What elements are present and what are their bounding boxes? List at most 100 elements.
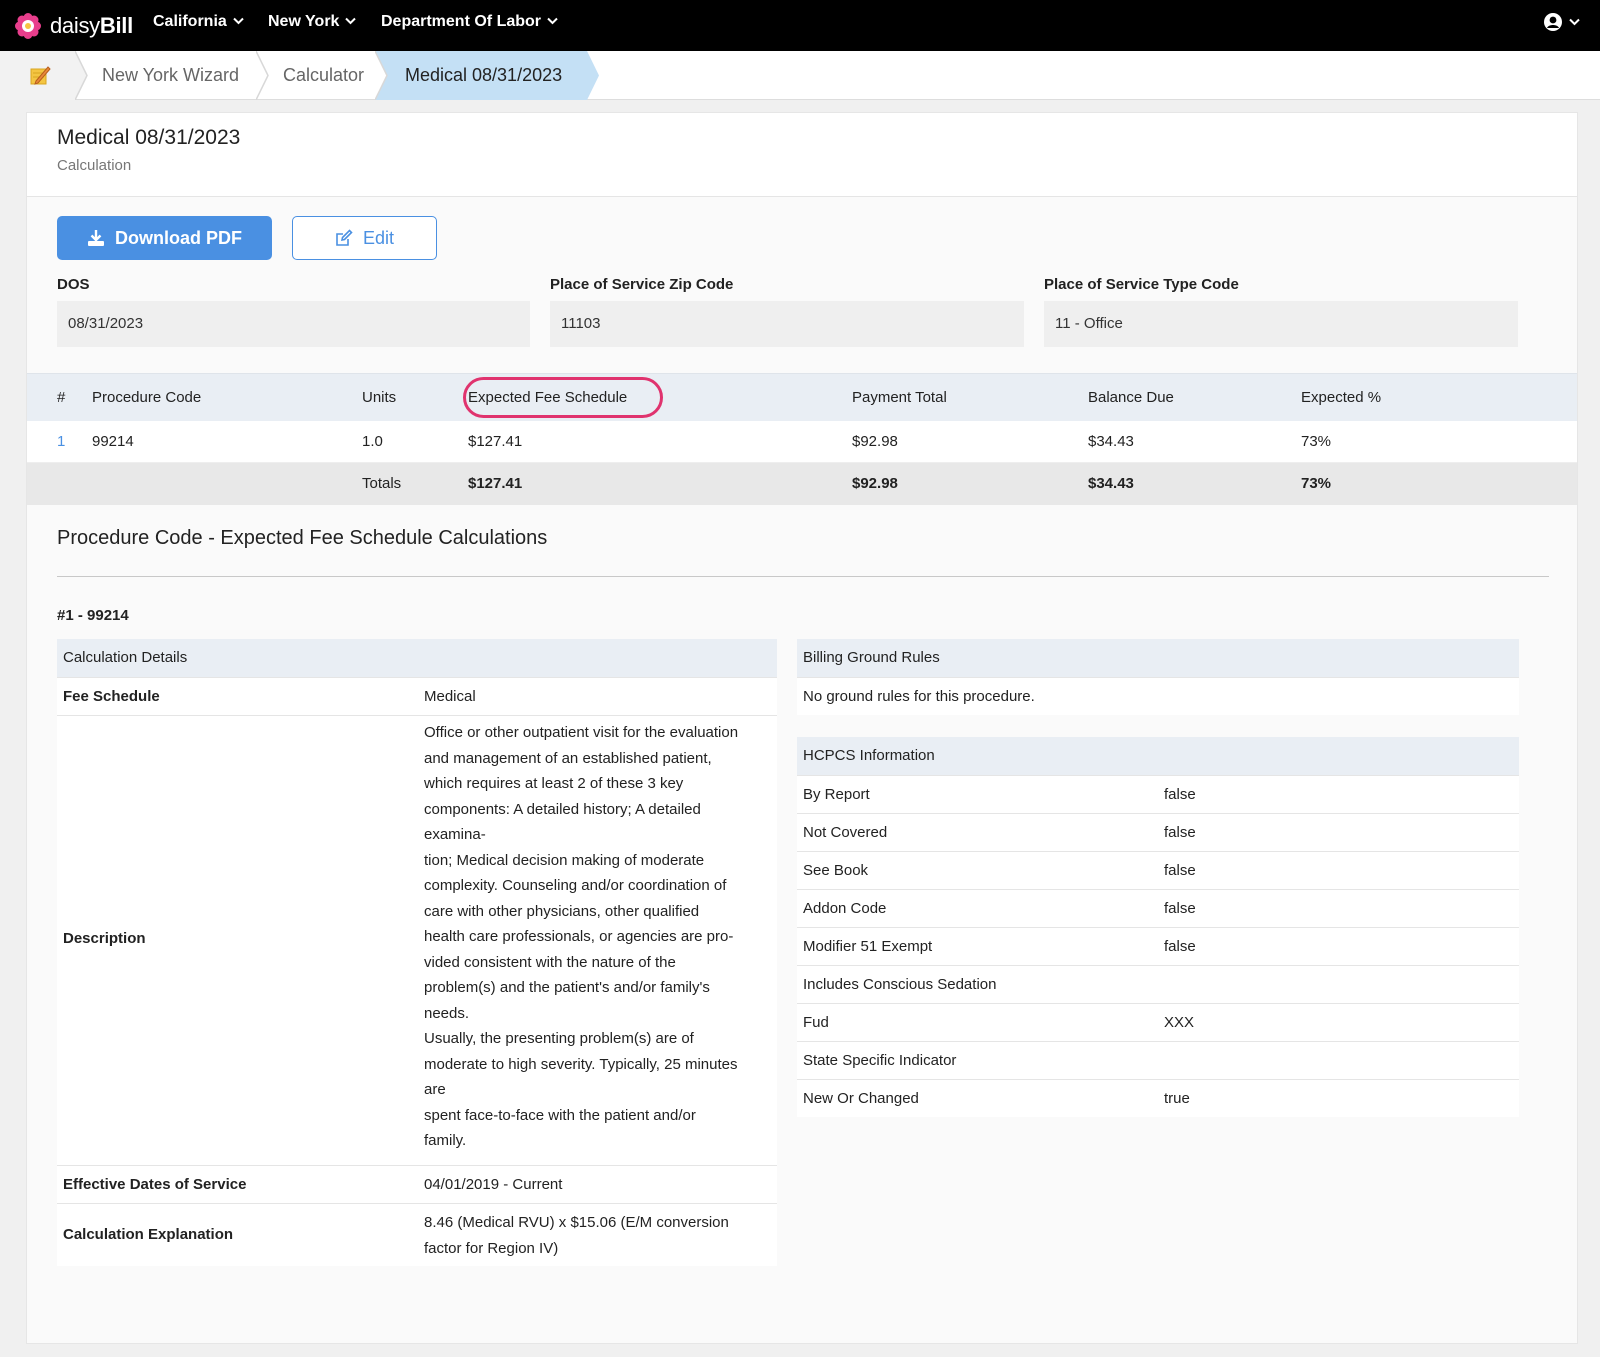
col-procedure-code: Procedure Code: [92, 389, 202, 406]
dos-field[interactable]: 08/31/2023: [57, 301, 530, 347]
nav-new-york-label: New York: [268, 13, 340, 30]
hcpcs-value: true: [1164, 1090, 1190, 1107]
nav-california-label: California: [153, 13, 227, 30]
description-line: complexity. Counseling and/or coordinati…: [424, 877, 727, 894]
section-title: Procedure Code - Expected Fee Schedule C…: [57, 527, 548, 549]
description-line: tion; Medical decision making of moderat…: [424, 851, 705, 869]
service-type-field[interactable]: 11 - Office: [1044, 301, 1518, 347]
breadcrumb-new-york-wizard[interactable]: New York Wizard: [102, 51, 239, 100]
hcpcs-row: Fud XXX: [797, 1003, 1519, 1041]
description-line: components: A detailed history; A detail…: [424, 800, 701, 818]
hcpcs-label: Not Covered: [803, 824, 888, 841]
totals-expected-pct: 73%: [1301, 475, 1332, 492]
description-line: family.: [424, 1132, 467, 1149]
highlight-annotation: [463, 377, 663, 418]
calculation-explanation-label: Calculation Explanation: [63, 1226, 234, 1243]
daisy-flower-icon: [15, 12, 41, 39]
description-line: problem(s) and the patient's and/or fami…: [424, 979, 710, 996]
col-num: #: [57, 389, 66, 406]
nav-department-of-labor[interactable]: Department Of Labor: [381, 13, 558, 31]
edit-button[interactable]: Edit: [292, 216, 437, 260]
card-header: Medical 08/31/2023 Calculation: [27, 113, 1577, 197]
totals-expected-fee: $127.41: [468, 475, 523, 492]
brand-logo[interactable]: daisyBill: [14, 12, 133, 40]
billing-ground-rules-heading: Billing Ground Rules: [797, 639, 1519, 677]
hcpcs-value: false: [1164, 900, 1196, 917]
breadcrumb-calculator[interactable]: Calculator: [283, 51, 364, 100]
chevron-down-icon: [547, 16, 558, 28]
hcpcs-heading: HCPCS Information: [797, 737, 1519, 775]
user-circle-icon: [1544, 13, 1562, 31]
breadcrumb-home[interactable]: [0, 51, 75, 100]
download-pdf-button[interactable]: Download PDF: [57, 216, 272, 260]
hcpcs-label: Modifier 51 Exempt: [803, 938, 933, 955]
pencil-notepad-icon: [30, 66, 51, 85]
hcpcs-label: See Book: [803, 862, 869, 879]
row-procedure-code: 99214: [92, 433, 134, 450]
row-expected-fee: $127.41: [468, 433, 523, 450]
nav-new-york[interactable]: New York: [268, 13, 357, 31]
description-row: Description Office or other outpatient v…: [57, 715, 777, 1165]
description-line: moderate to high severity. Typically, 25…: [424, 1055, 738, 1073]
procedure-table-header: # Procedure Code Units Expected Fee Sche…: [27, 373, 1577, 421]
effective-dates-value: 04/01/2019 - Current: [424, 1176, 563, 1193]
nav-dol-label: Department Of Labor: [381, 13, 542, 30]
effective-dates-row: Effective Dates of Service 04/01/2019 - …: [57, 1165, 777, 1203]
hcpcs-rows: By Report false Not Covered false See Book fa…: [797, 775, 1519, 1117]
hcpcs-row: Includes Conscious Sedation: [797, 965, 1519, 1003]
hcpcs-row: New Or Changed true: [797, 1079, 1519, 1117]
page-title: Medical 08/31/2023: [57, 126, 241, 149]
description-line: are: [424, 1081, 446, 1098]
top-nav: daisyBill California New York Department…: [0, 0, 1600, 51]
row-payment-total: $92.98: [852, 433, 898, 450]
description-line: Usually, the presenting problem(s) are o…: [424, 1030, 694, 1047]
description-line: needs.: [424, 1004, 470, 1022]
totals-payment-total: $92.98: [852, 475, 898, 492]
page-subtitle: Calculation: [57, 157, 132, 174]
hcpcs-information-table: HCPCS Information By Report false Not Cove…: [797, 737, 1519, 1117]
hcpcs-label: New Or Changed: [803, 1090, 919, 1107]
fee-schedule-row: Fee Schedule Medical: [57, 677, 777, 715]
breadcrumb-separator: [375, 51, 389, 100]
hcpcs-label: State Specific Indicator: [803, 1052, 957, 1069]
explanation-line: factor for Region IV): [424, 1239, 559, 1257]
hcpcs-label: Includes Conscious Sedation: [803, 976, 997, 993]
calculation-details-heading: Calculation Details: [57, 639, 777, 677]
col-expected-pct: Expected %: [1301, 389, 1382, 406]
row-units: 1.0: [362, 433, 383, 450]
row-expected-pct: 73%: [1301, 433, 1332, 450]
row-balance-due: $34.43: [1088, 433, 1134, 450]
col-balance-due: Balance Due: [1088, 389, 1174, 406]
hcpcs-label: By Report: [803, 786, 870, 803]
fee-schedule-label: Fee Schedule: [63, 688, 160, 705]
description-line: vided consistent with the nature of the: [424, 953, 676, 971]
edit-icon: [335, 229, 353, 247]
chevron-down-icon: [345, 16, 357, 28]
breadcrumb: New York Wizard Calculator Medical 08/31…: [0, 51, 1600, 100]
zip-code-field[interactable]: 11103: [550, 301, 1024, 347]
fee-schedule-value: Medical: [424, 688, 476, 705]
hcpcs-row: State Specific Indicator: [797, 1041, 1519, 1079]
dos-label: DOS: [57, 276, 90, 293]
hcpcs-row: By Report false: [797, 775, 1519, 813]
hcpcs-row: See Book false: [797, 851, 1519, 889]
chevron-down-icon: [233, 16, 244, 28]
totals-balance-due: $34.43: [1088, 475, 1134, 492]
row-num-link[interactable]: 1: [57, 421, 65, 463]
hcpcs-row: Not Covered false: [797, 813, 1519, 851]
col-units: Units: [362, 389, 397, 406]
download-icon: [87, 229, 105, 247]
calculation-details-table: Calculation Details Fee Schedule Medical…: [57, 639, 777, 1266]
description-line: care with other physicians, other qualif…: [424, 902, 700, 920]
zip-code-label: Place of Service Zip Code: [550, 276, 734, 293]
description-label: Description: [63, 930, 146, 947]
nav-california[interactable]: California: [153, 13, 244, 31]
hcpcs-value: false: [1164, 786, 1196, 803]
description-value: Office or other outpatient visit for the…: [424, 720, 780, 1154]
hcpcs-value: false: [1164, 938, 1196, 955]
user-menu[interactable]: [1543, 12, 1580, 32]
procedure-subheading: #1 - 99214: [57, 607, 129, 624]
hcpcs-value: XXX: [1164, 1014, 1195, 1031]
breadcrumb-current: Medical 08/31/2023: [389, 51, 587, 100]
edit-label: Edit: [362, 227, 395, 248]
